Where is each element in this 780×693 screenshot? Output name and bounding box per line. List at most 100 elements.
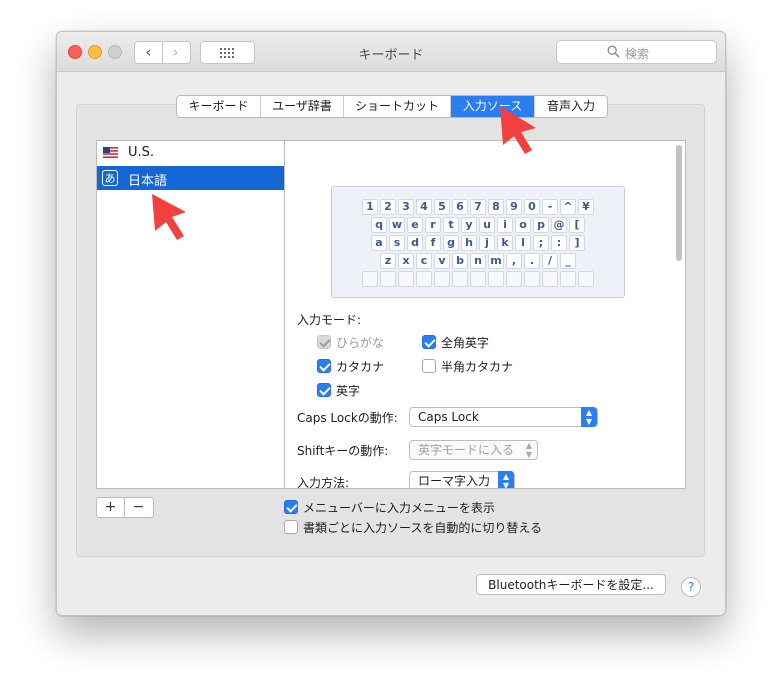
- source-detail-pane: 1 2 3 4 5 6 7 8 9 0- ^ ¥ q w e r t y u i o p @[a s d f g h j k l;:] z x c…: [284, 140, 686, 489]
- keyboard-key-blank: [434, 271, 450, 287]
- keyboard-key: j: [479, 235, 495, 251]
- keyboard-key: 1: [362, 199, 378, 215]
- show-menu-label: メニューバーに入力メニューを表示: [303, 501, 495, 515]
- keyboard-key: v: [434, 253, 450, 269]
- keyboard-key: k: [497, 235, 513, 251]
- search-field[interactable]: 検索: [556, 40, 717, 64]
- keyboard-key: 5: [434, 199, 450, 215]
- auto-switch-checkbox[interactable]: [284, 520, 298, 534]
- keyboard-key: p: [533, 217, 549, 233]
- chevron-updown-icon: ▲ ▼: [498, 471, 514, 488]
- keyboard-key: -: [542, 199, 558, 215]
- zenkaku-eiji-checkbox[interactable]: [422, 335, 436, 349]
- caps-lock-popup[interactable]: Caps Lock ▲ ▼: [409, 407, 598, 427]
- keyboard-key-blank: [452, 271, 468, 287]
- keyboard-key: ;: [533, 235, 549, 251]
- eiji-checkbox[interactable]: [317, 383, 331, 397]
- input-method-value: ローマ字入力: [418, 474, 491, 488]
- source-item-japanese[interactable]: あ 日本語: [97, 166, 285, 190]
- source-label: 日本語: [128, 174, 168, 189]
- keyboard-key-blank: [380, 271, 396, 287]
- chevron-updown-icon: ▲ ▼: [581, 407, 597, 427]
- keyboard-key: n: [470, 253, 486, 269]
- katakana-label: カタカナ: [336, 360, 385, 374]
- keyboard-key: @: [551, 217, 567, 233]
- keyboard-key: h: [461, 235, 477, 251]
- keyboard-key: ,: [506, 253, 522, 269]
- source-label: U.S.: [128, 145, 155, 160]
- show-menu-checkbox[interactable]: [284, 500, 298, 514]
- help-button[interactable]: ?: [681, 577, 701, 597]
- keyboard-key: :: [551, 235, 567, 251]
- keyboard-key: ¥: [578, 199, 594, 215]
- keyboard-key: c: [416, 253, 432, 269]
- keyboard-key: u: [479, 217, 495, 233]
- keyboard-key-blank: [416, 271, 432, 287]
- keyboard-key: i: [497, 217, 513, 233]
- tab-dictation[interactable]: 音声入力: [535, 96, 607, 117]
- add-source-button[interactable]: +: [97, 498, 125, 517]
- caps-lock-label: Caps Lockの動作:: [297, 411, 398, 425]
- keyboard-key: 0: [524, 199, 540, 215]
- search-icon: [607, 45, 620, 58]
- bluetooth-keyboard-button[interactable]: Bluetoothキーボードを設定...: [476, 574, 666, 595]
- tab-bar: キーボード ユーザ辞書 ショートカット 入力ソース 音声入力: [176, 95, 608, 118]
- keyboard-key: e: [407, 217, 423, 233]
- keyboard-key: q: [371, 217, 387, 233]
- hankaku-katakana-checkbox[interactable]: [422, 359, 436, 373]
- source-item-us[interactable]: U.S.: [97, 141, 285, 165]
- auto-switch-label: 書類ごとに入力ソースを自動的に切り替える: [303, 521, 543, 535]
- tab-user-dictionary[interactable]: ユーザ辞書: [261, 96, 344, 117]
- search-placeholder: 検索: [625, 47, 650, 61]
- keyboard-key: x: [398, 253, 414, 269]
- annotation-arrow-icon: [500, 106, 536, 154]
- keyboard-key: o: [515, 217, 531, 233]
- input-method-popup[interactable]: ローマ字入力 ▲ ▼: [409, 471, 515, 488]
- keyboard-row: [332, 271, 624, 288]
- scrollbar[interactable]: [676, 145, 682, 261]
- keyboard-key: 6: [452, 199, 468, 215]
- keyboard-key: _: [560, 253, 576, 269]
- shift-value: 英字モードに入る: [418, 443, 515, 457]
- title-bar: ‹ › キーボード 検索: [57, 32, 725, 72]
- shift-label: Shiftキーの動作:: [297, 444, 389, 458]
- keyboard-key: r: [425, 217, 441, 233]
- keyboard-key: 8: [488, 199, 504, 215]
- keyboard-row: z x c v b n m,. / _: [332, 253, 624, 270]
- keyboard-key-blank: [578, 271, 594, 287]
- keyboard-key: 2: [380, 199, 396, 215]
- eiji-label: 英字: [336, 384, 361, 398]
- keyboard-key: 7: [470, 199, 486, 215]
- keyboard-row: a s d f g h j k l;:]: [332, 235, 624, 252]
- keyboard-key: b: [452, 253, 468, 269]
- keyboard-key-blank: [560, 271, 576, 287]
- keyboard-key: ]: [569, 235, 585, 251]
- caps-lock-value: Caps Lock: [418, 410, 479, 424]
- zenkaku-eiji-label: 全角英字: [441, 336, 490, 350]
- tab-shortcuts[interactable]: ショートカット: [344, 96, 451, 117]
- keyboard-row: 1 2 3 4 5 6 7 8 9 0- ^ ¥: [332, 199, 624, 216]
- keyboard-key-blank: [542, 271, 558, 287]
- keyboard-key: m: [488, 253, 504, 269]
- keyboard-key: g: [443, 235, 459, 251]
- add-remove-buttons: + −: [96, 497, 154, 518]
- keyboard-key: ^: [560, 199, 576, 215]
- chevron-updown-icon: ▲ ▼: [525, 441, 533, 459]
- keyboard-key: s: [389, 235, 405, 251]
- katakana-checkbox[interactable]: [317, 359, 331, 373]
- keyboard-key: w: [389, 217, 405, 233]
- keyboard-key: f: [425, 235, 441, 251]
- keyboard-row: q w e r t y u i o p @[: [332, 217, 624, 234]
- tab-keyboard[interactable]: キーボード: [177, 96, 261, 117]
- hiragana-label: ひらがな: [336, 336, 385, 350]
- keyboard-key-blank: [506, 271, 522, 287]
- keyboard-key: t: [443, 217, 459, 233]
- us-flag-icon: [103, 147, 118, 158]
- annotation-arrow-icon: [152, 194, 186, 240]
- keyboard-key: /: [542, 253, 558, 269]
- keyboard-key: 9: [506, 199, 522, 215]
- keyboard-key-blank: [524, 271, 540, 287]
- remove-source-button[interactable]: −: [125, 498, 152, 517]
- input-method-label: 入力方法:: [297, 476, 350, 489]
- keyboard-key: l: [515, 235, 531, 251]
